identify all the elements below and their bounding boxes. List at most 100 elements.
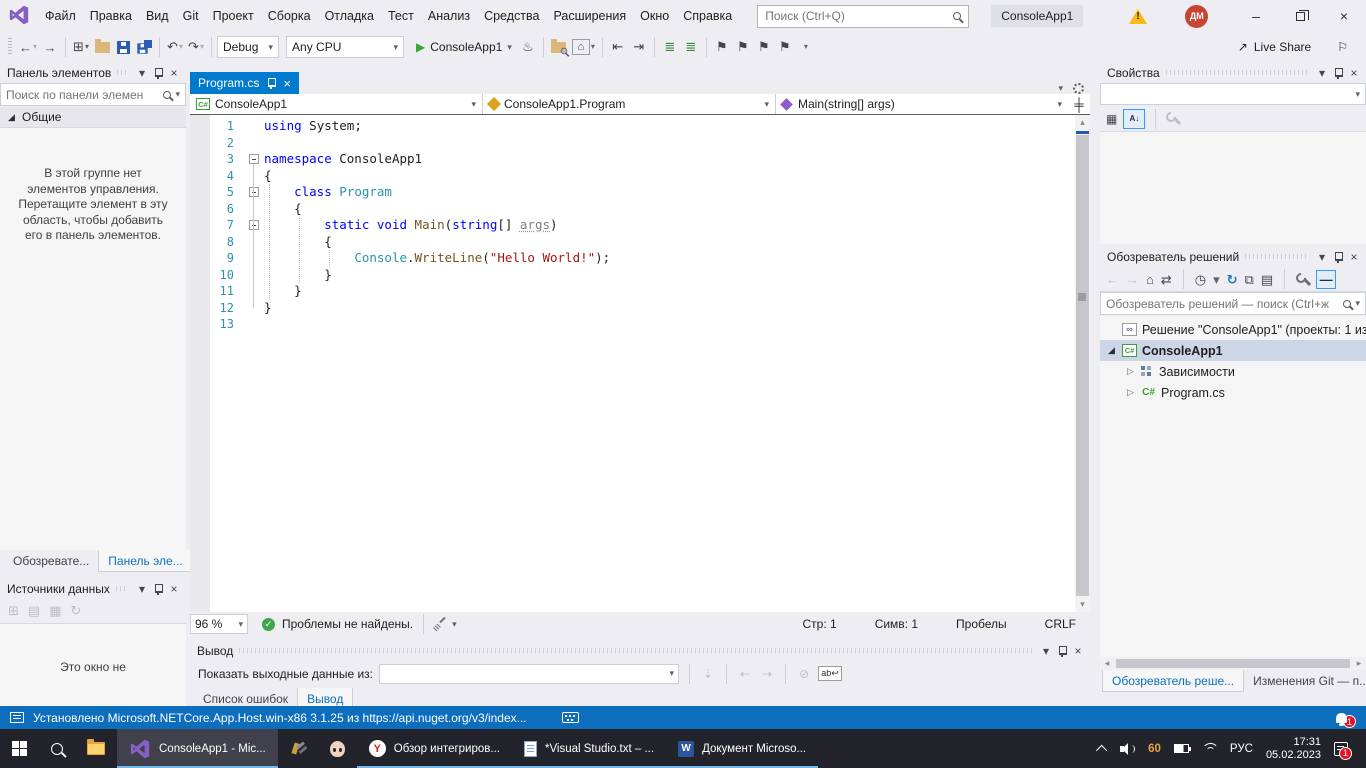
add-data-source-icon[interactable]: ⊞ xyxy=(8,603,19,619)
user-avatar[interactable]: ДМ xyxy=(1185,5,1208,28)
tree-item-csfile[interactable]: ▷C#Program.cs xyxy=(1100,382,1366,403)
taskbar-start[interactable] xyxy=(0,729,39,768)
menu-Сборка[interactable]: Сборка xyxy=(261,4,318,28)
bookmark-overflow-icon[interactable]: ▾ xyxy=(804,43,808,51)
home-icon[interactable]: ⌂ xyxy=(1146,273,1154,286)
start-debugging-button[interactable]: ▶ ConsoleApp1 ▾ xyxy=(411,36,517,58)
window-position-icon[interactable]: ▾ xyxy=(134,581,150,597)
window-position-icon[interactable]: ▾ xyxy=(1314,65,1330,81)
platform-dropdown[interactable]: Any CPU▾ xyxy=(286,36,404,58)
menu-Средства[interactable]: Средства xyxy=(477,4,546,28)
battery-percent[interactable]: 60 xyxy=(1148,743,1161,755)
window-position-icon[interactable]: ▾ xyxy=(1314,249,1330,265)
taskbar-isaac[interactable] xyxy=(318,729,357,768)
taskbar-notepad[interactable]: *Visual Studio.txt – ... xyxy=(512,729,666,768)
data-sources-header[interactable]: Источники данных ▾ × xyxy=(0,578,186,599)
next-bookmark-button[interactable]: ⚑ xyxy=(754,36,774,58)
collapse-all-icon[interactable]: ⧉ xyxy=(1245,273,1254,286)
pin-button[interactable] xyxy=(150,65,166,81)
fold-toggle-icon[interactable] xyxy=(246,184,264,201)
scroll-up-icon[interactable]: ▴ xyxy=(1075,115,1090,130)
solution-explorer-header[interactable]: Обозреватель решений ▾ × xyxy=(1100,246,1366,267)
scrollbar-thumb[interactable] xyxy=(1076,135,1089,596)
new-project-button[interactable]: ⊞▾ xyxy=(71,36,91,58)
edit-dataset-icon[interactable]: ▦ xyxy=(49,603,61,619)
fold-toggle-icon[interactable] xyxy=(246,217,264,234)
project-dropdown[interactable]: C# ConsoleApp1 ▾ xyxy=(190,94,483,114)
menu-Расширения[interactable]: Расширения xyxy=(546,4,633,28)
find-in-files-button[interactable] xyxy=(549,36,569,58)
preview-changes-button[interactable]: ⌂▾ xyxy=(570,36,597,58)
forward-icon[interactable]: → xyxy=(1126,273,1139,286)
solution-name-badge[interactable]: ConsoleApp1 xyxy=(991,5,1083,27)
code-cleanup-icon[interactable] xyxy=(434,618,447,631)
close-toolbox-icon[interactable]: × xyxy=(166,65,182,81)
clear-bookmarks-button[interactable]: ⚑ xyxy=(775,36,795,58)
scroll-left-icon[interactable]: ◂ xyxy=(1100,658,1114,669)
configure-data-source-icon[interactable]: ▤ xyxy=(28,603,40,619)
line-indicator[interactable]: Стр: 1 xyxy=(803,617,837,631)
column-indicator[interactable]: Симв: 1 xyxy=(875,617,918,631)
wifi-icon[interactable] xyxy=(1202,743,1217,754)
undo-button[interactable]: ↶▾ xyxy=(165,36,185,58)
zoom-dropdown[interactable]: 96 % ▾ xyxy=(190,614,248,634)
toggle-bookmark-button[interactable]: ⚑ xyxy=(712,36,732,58)
menu-Вид[interactable]: Вид xyxy=(139,4,176,28)
refresh-icon[interactable]: ↻ xyxy=(71,603,82,619)
pin-tab-icon[interactable] xyxy=(266,77,276,89)
clear-all-icon[interactable]: ⊘ xyxy=(796,667,812,681)
categorized-icon[interactable]: ▦ xyxy=(1106,112,1117,126)
menu-Анализ[interactable]: Анализ xyxy=(421,4,477,28)
sync-with-active-document-icon[interactable]: ↻ xyxy=(1227,273,1238,286)
solution-search-box[interactable]: ▾ xyxy=(1100,292,1366,315)
code-line-2[interactable]: 2 xyxy=(190,135,1090,152)
spaces-indicator[interactable]: Пробелы xyxy=(956,617,1007,631)
global-search-box[interactable] xyxy=(757,5,969,28)
word-wrap-icon[interactable]: ab↩ xyxy=(818,666,842,681)
code-line-8[interactable]: 8 { xyxy=(190,234,1090,251)
menu-Правка[interactable]: Правка xyxy=(83,4,139,28)
previous-bookmark-button[interactable]: ⚑ xyxy=(733,36,753,58)
global-search-input[interactable] xyxy=(765,9,947,23)
code-line-10[interactable]: 10 } xyxy=(190,267,1090,284)
chevron-down-icon[interactable]: ▾ xyxy=(1355,299,1360,308)
navigate-forward-button[interactable]: → xyxy=(40,36,60,58)
tab-toolbox[interactable]: Панель эле... xyxy=(98,550,192,572)
taskbar-game[interactable] xyxy=(278,729,318,768)
taskbar-explorer[interactable] xyxy=(75,729,117,768)
battery-icon[interactable] xyxy=(1174,744,1189,753)
code-line-5[interactable]: 5 class Program xyxy=(190,184,1090,201)
menu-Окно[interactable]: Окно xyxy=(633,4,676,28)
increase-indent-button[interactable]: ≣ xyxy=(681,36,701,58)
scroll-right-icon[interactable]: ▸ xyxy=(1352,658,1366,669)
action-center-button[interactable]: 1 xyxy=(1334,736,1356,762)
tray-expand-icon[interactable] xyxy=(1096,744,1107,755)
code-line-12[interactable]: 12} xyxy=(190,300,1090,317)
close-button[interactable]: × xyxy=(1322,0,1366,32)
scrollbar-thumb[interactable] xyxy=(1116,659,1350,668)
code-cleanup-options-icon[interactable]: ▾ xyxy=(452,620,457,629)
solution-search-input[interactable] xyxy=(1106,297,1339,311)
chevron-down-icon[interactable]: ▾ xyxy=(175,90,180,99)
close-tab-icon[interactable]: × xyxy=(283,77,291,90)
navigate-back-button[interactable]: ←▾ xyxy=(17,36,39,58)
expander-icon[interactable]: ▷ xyxy=(1125,366,1136,377)
properties-header[interactable]: Свойства ▾ × xyxy=(1100,62,1366,83)
tab-program-cs[interactable]: Program.cs × xyxy=(190,72,299,94)
output-source-dropdown[interactable]: ▾ xyxy=(379,664,679,684)
tree-item-solution[interactable]: ∞Решение "ConsoleApp1" (проекты: 1 из 1) xyxy=(1100,319,1366,340)
taskbar-vs[interactable]: ConsoleApp1 - Mic... xyxy=(117,729,278,768)
taskbar-word[interactable]: WДокумент Microso... xyxy=(666,729,818,768)
clock[interactable]: 17:31 05.02.2023 xyxy=(1266,736,1321,762)
fold-toggle-icon[interactable] xyxy=(246,151,264,168)
close-properties-icon[interactable]: × xyxy=(1346,65,1362,81)
navigate-cursor-forward-button[interactable]: ⇥ xyxy=(629,36,649,58)
split-window-button[interactable]: ╪ xyxy=(1068,94,1090,114)
property-pages-icon[interactable] xyxy=(1166,112,1179,125)
menu-Тест[interactable]: Тест xyxy=(381,4,421,28)
minimize-button[interactable]: – xyxy=(1234,0,1278,32)
menu-Проект[interactable]: Проект xyxy=(206,4,261,28)
type-dropdown[interactable]: ConsoleApp1.Program ▾ xyxy=(483,94,776,114)
document-list-icon[interactable]: ▾ xyxy=(1058,84,1063,93)
pending-changes-filter-icon[interactable]: ◷ xyxy=(1195,273,1206,286)
